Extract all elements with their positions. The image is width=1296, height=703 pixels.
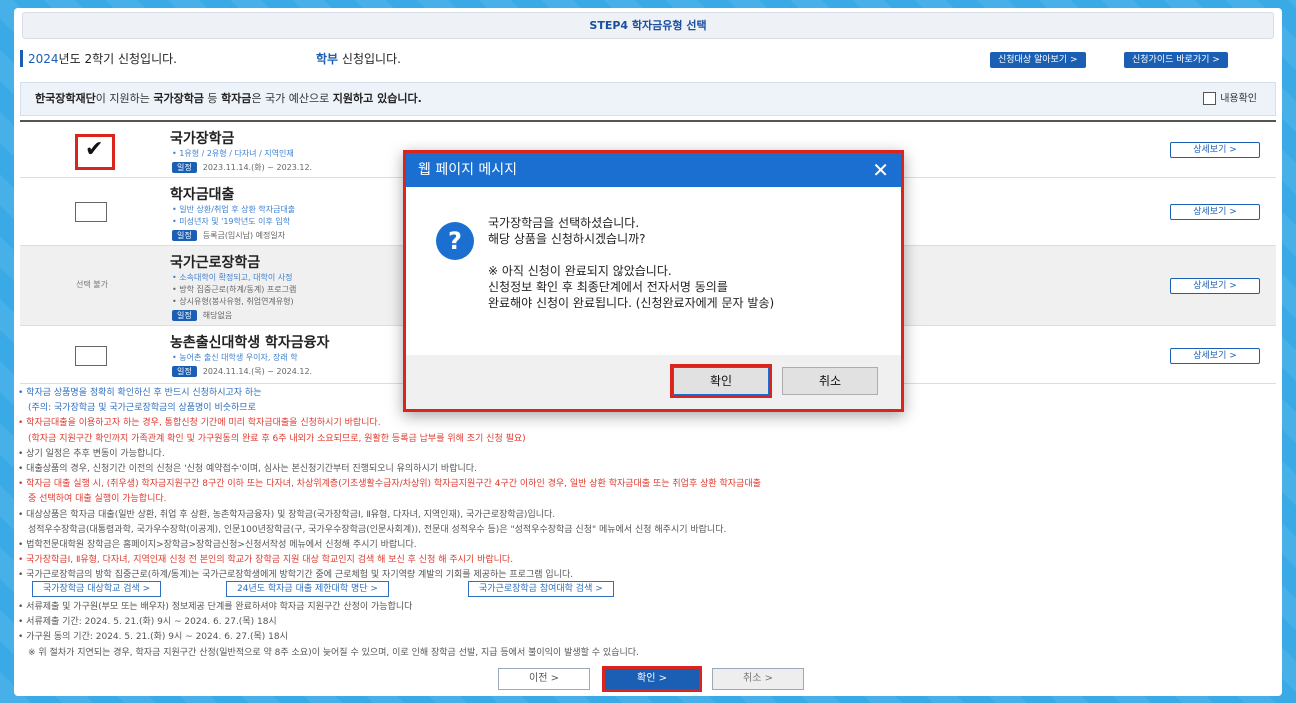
agree-label: 내용확인 xyxy=(1220,93,1257,105)
note-line: • 서류제출 기간: 2024. 5. 21.(화) 9시 ~ 2024. 6.… xyxy=(18,617,277,628)
note-line: (학자금 지원구간 확인까지 가족관계 확인 및 가구원동의 완료 후 6주 내… xyxy=(28,433,526,444)
item-schedule: 일정 2024.11.14.(목) ~ 2024.12. xyxy=(172,366,312,377)
message-line: ※ 아직 신청이 완료되지 않았습니다. xyxy=(488,264,672,278)
item-desc: • 1유형 / 2유형 / 다자녀 / 지역인재 xyxy=(172,149,294,158)
item-title: 농촌출신대학생 학자금융자 xyxy=(170,335,330,351)
semester-text: 년도 2학기 신청입니다. xyxy=(58,52,177,66)
schedule-text: 2023.11.14.(화) ~ 2023.12. xyxy=(202,163,313,172)
guide-button[interactable]: 신청가이드 바로가기 > xyxy=(1124,52,1228,68)
unavailable-label: 선택 불가 xyxy=(76,280,108,289)
work-scholarship-link[interactable]: 국가근로장학금 참여대학 검색 > xyxy=(468,581,614,597)
close-icon[interactable]: ✕ xyxy=(872,153,889,187)
schedule-tag: 일정 xyxy=(172,162,197,173)
dialog-cancel-button[interactable]: 취소 xyxy=(782,367,878,395)
item-desc: • 소속대학이 확정되고, 대학이 사정 xyxy=(172,273,293,282)
step-title: STEP4 학자금유형 선택 xyxy=(22,12,1274,39)
eligibility-button[interactable]: 신청대상 알아보기 > xyxy=(990,52,1086,68)
note-line: • 상기 일정은 추후 변동이 가능합니다. xyxy=(18,448,165,459)
item-title: 국가근로장학금 xyxy=(170,255,261,271)
notice-banner: 한국장학재단이 지원하는 국가장학금 등 학자금은 국가 예산으로 지원하고 있… xyxy=(20,82,1276,116)
notice-text: 은 국가 예산으로 xyxy=(251,92,333,105)
item-desc: • 방학 집중근로(하계/동계) 프로그램 xyxy=(172,285,297,294)
prev-button[interactable]: 이전 > xyxy=(498,668,590,690)
note-line: ※ 위 절차가 지연되는 경우, 학자금 지원구간 산정(일반적으로 약 8주 … xyxy=(28,647,639,658)
item-desc: • 농어촌 출신 대학생 우이자, 장래 학 xyxy=(172,353,298,362)
notice-org: 한국장학재단 xyxy=(35,92,96,105)
confirm-button[interactable]: 확인 > xyxy=(602,666,702,692)
message-line: 해당 상품을 신청하시겠습니까? xyxy=(488,232,646,246)
notes-section-2: • 서류제출 및 가구원(부모 또는 배우자) 정보제공 단계를 완료하셔야 학… xyxy=(18,600,1278,661)
note-line: 중 선택하여 대출 실행이 가능합니다. xyxy=(28,494,167,505)
note-line: • 서류제출 및 가구원(부모 또는 배우자) 정보제공 단계를 완료하셔야 학… xyxy=(18,602,413,612)
ok-label: 확인 xyxy=(673,367,769,395)
notice-bold: 국가장학금 xyxy=(153,92,204,105)
cancel-button[interactable]: 취소 > xyxy=(712,668,804,690)
dialog-footer: 확인 취소 xyxy=(406,355,901,409)
message-line: 신청정보 확인 후 최종단계에서 전자서명 동의를 xyxy=(488,280,728,294)
notice-bold: 지원하고 있습니다. xyxy=(332,92,422,105)
dialog-titlebar: 웹 페이지 메시지 ✕ xyxy=(406,153,901,187)
checkbox-box[interactable] xyxy=(1203,92,1217,105)
dept-info: 학부 신청입니다. xyxy=(316,50,401,67)
agree-checkbox[interactable]: 내용확인 xyxy=(1203,92,1257,107)
item-schedule: 일정 등록금(입시납) 예정일자 xyxy=(172,230,285,241)
schedule-text: 2024.11.14.(목) ~ 2024.12. xyxy=(202,367,313,376)
schedule-tag: 일정 xyxy=(172,310,197,321)
notes-section: • 학자금 상품명을 정확히 확인하신 후 반드시 신청하시고자 하는 (주의:… xyxy=(18,386,1278,584)
item-schedule: 일정 해당없음 xyxy=(172,310,232,321)
item-title: 학자금대출 xyxy=(170,187,235,203)
year-value: 2024 xyxy=(28,52,59,66)
detail-button[interactable]: 상세보기 > xyxy=(1170,142,1260,158)
notice-text: 이 지원하는 xyxy=(95,92,154,105)
dialog-message: 국가장학금을 선택하셨습니다. 해당 상품을 신청하시겠습니까? ※ 아직 신청… xyxy=(488,215,774,311)
checkmark-icon: ✔ xyxy=(85,137,104,162)
semester-info: 2024년도 2학기 신청입니다. xyxy=(20,50,177,67)
dialog-ok-button[interactable]: 확인 xyxy=(670,364,772,398)
scholarship-checkbox[interactable] xyxy=(75,202,107,222)
item-title: 국가장학금 xyxy=(170,131,235,147)
note-line: • 대출상품의 경우, 신청기간 이전의 신청은 '신청 예약접수'이며, 심사… xyxy=(18,464,477,475)
schedule-tag: 일정 xyxy=(172,366,197,377)
item-schedule: 일정 2023.11.14.(화) ~ 2023.12. xyxy=(172,162,312,173)
detail-button[interactable]: 상세보기 > xyxy=(1170,204,1260,220)
dept-text: 신청입니다. xyxy=(338,52,401,66)
item-desc: • 상시유형(봉사유형, 취업연계유형) xyxy=(172,297,294,306)
school-search-link[interactable]: 국가장학금 대상학교 검색 > xyxy=(32,581,162,597)
note-line: • 법학전문대학원 장학금은 홈페이지>장학금>장학금신청>신청서작성 메뉴에서… xyxy=(18,540,417,551)
message-line: 국가장학금을 선택하셨습니다. xyxy=(488,216,640,230)
scholarship-checkbox[interactable]: ✔ xyxy=(75,134,115,170)
dept-value: 학부 xyxy=(316,52,339,66)
detail-button[interactable]: 상세보기 > xyxy=(1170,348,1260,364)
note-line: • 국가장학금Ⅰ, Ⅱ유형, 다자녀, 지역인재 신청 전 본인의 학교가 장학… xyxy=(18,555,514,566)
schedule-tag: 일정 xyxy=(172,230,197,241)
info-row: 2024년도 2학기 신청입니다. 학부 신청입니다. 신청대상 알아보기 > … xyxy=(20,50,1276,70)
note-line: • 학자금 대출 실행 시, (취우생) 학자금지원구간 8구간 이하 또는 다… xyxy=(18,479,761,490)
item-desc: • 미성년자 및 '19학년도 이후 입학 xyxy=(172,217,291,226)
dialog-body: ? 국가장학금을 선택하셨습니다. 해당 상품을 신청하시겠습니까? ※ 아직 … xyxy=(406,187,901,355)
loan-restricted-link[interactable]: 24년도 학자금 대출 제한대학 명단 > xyxy=(226,581,389,597)
note-line: • 국가근로장학금의 방학 집중근로(하계/동계)는 국가근로장학생에게 방학기… xyxy=(18,570,574,581)
notice-bold: 학자금 xyxy=(221,92,252,105)
schedule-text: 해당없음 xyxy=(202,311,233,320)
schedule-text: 등록금(입시납) 예정일자 xyxy=(202,231,286,240)
note-line: • 대상상품은 학자금 대출(일반 상환, 취업 후 상환, 농촌학자금융자) … xyxy=(18,509,556,520)
note-line: • 가구원 동의 기간: 2024. 5. 21.(화) 9시 ~ 2024. … xyxy=(18,632,288,643)
dialog-title: 웹 페이지 메시지 xyxy=(418,162,518,178)
question-icon: ? xyxy=(436,222,474,260)
message-line xyxy=(488,247,774,263)
scholarship-checkbox[interactable] xyxy=(75,346,107,366)
confirm-dialog: 웹 페이지 메시지 ✕ ? 국가장학금을 선택하셨습니다. 해당 상품을 신청하… xyxy=(403,150,904,412)
notice-text: 등 xyxy=(203,92,222,105)
note-line: 성적우수장학금(대통령과학, 국가우수장학(이공계), 인문100년장학금(구,… xyxy=(28,524,727,535)
detail-button[interactable]: 상세보기 > xyxy=(1170,278,1260,294)
note-line: • 학자금대출을 이용하고자 하는 경우, 통합신청 기간에 미리 학자금대출을… xyxy=(18,418,381,429)
message-line: 완료해야 신청이 완료됩니다. (신청완료자에게 문자 발송) xyxy=(488,296,775,310)
item-desc: • 일반 상환/취업 후 상환 학자금대출 xyxy=(172,205,296,214)
